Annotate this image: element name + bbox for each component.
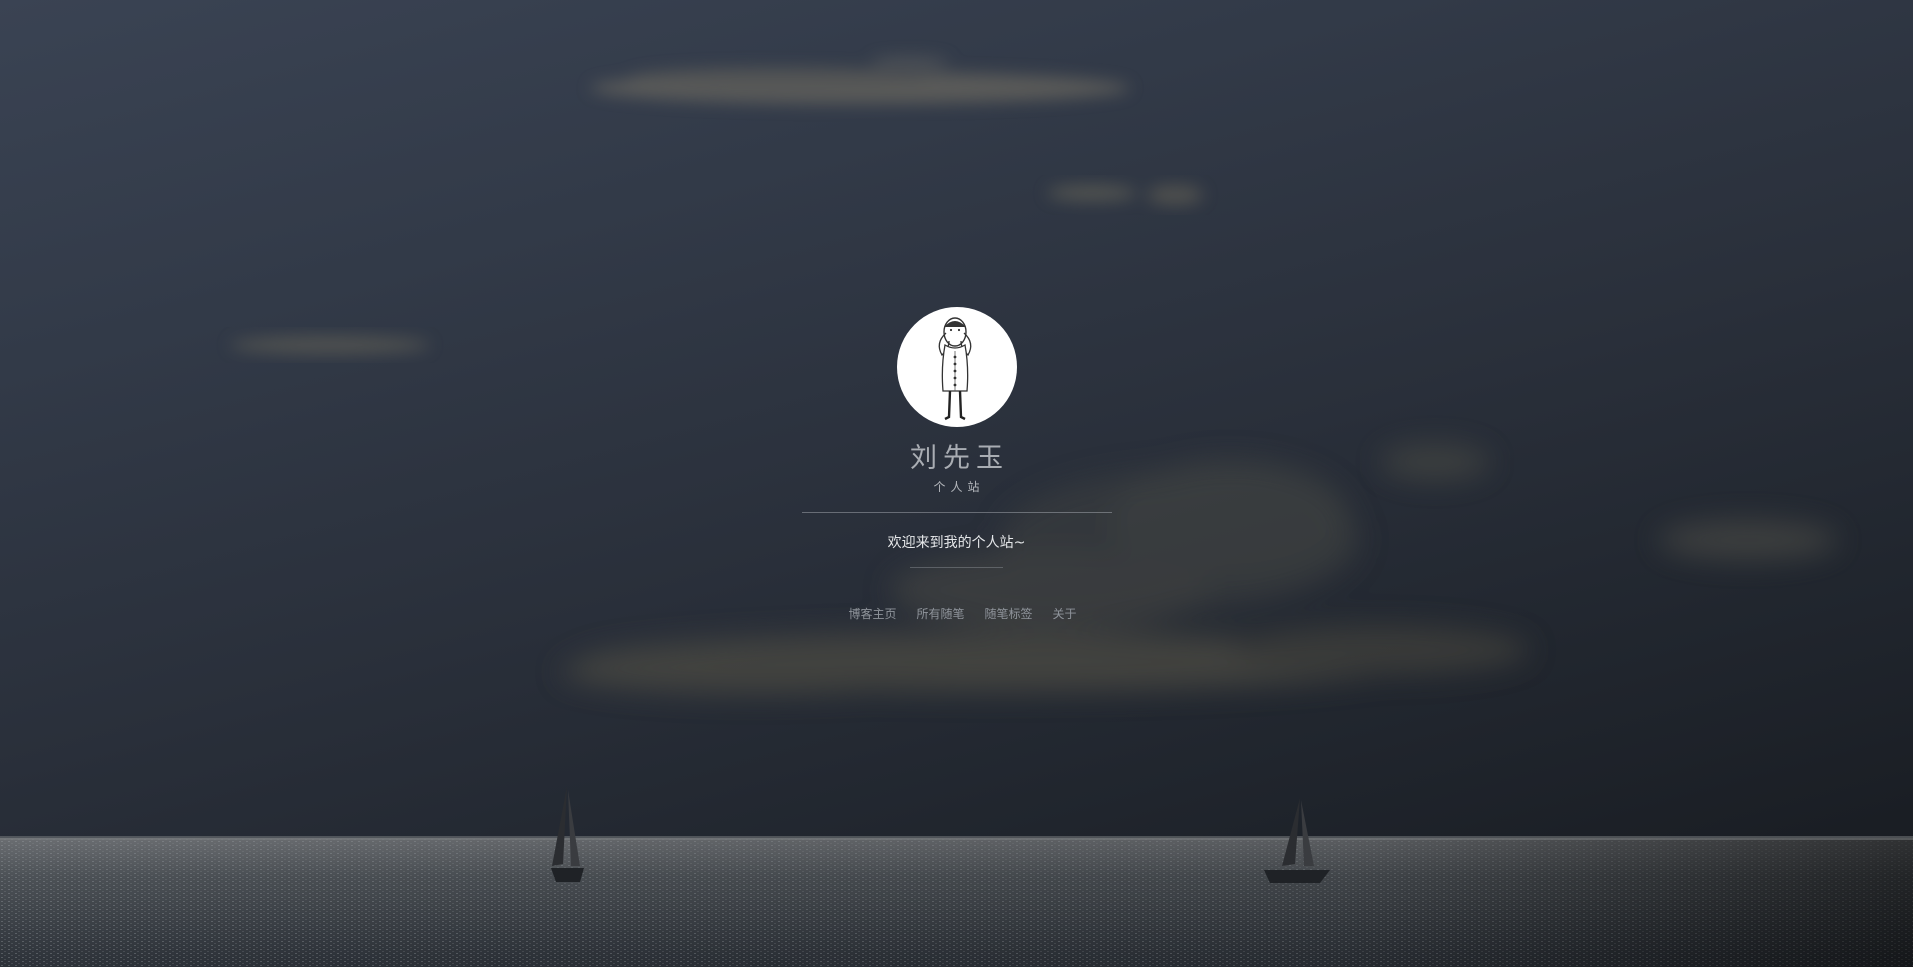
main-nav: 博客主页 所有随笔 随笔标签 关于 [0, 606, 1913, 622]
divider [801, 512, 1112, 513]
profile-card: 刘先玉 个人站 欢迎来到我的个人站~ 博客主页 所有随笔 随笔标签 关于 [0, 307, 1913, 622]
divider-short [910, 567, 1003, 568]
nav-about-link[interactable]: 关于 [1053, 606, 1077, 622]
welcome-message: 欢迎来到我的个人站~ [887, 535, 1026, 551]
cloud-small-right [1047, 185, 1203, 205]
nav-post-tags-link[interactable]: 随笔标签 [985, 606, 1033, 622]
page-background: 刘先玉 个人站 欢迎来到我的个人站~ 博客主页 所有随笔 随笔标签 关于 [0, 0, 1913, 967]
nav-blog-home-link[interactable]: 博客主页 [848, 606, 896, 622]
cartoon-person-icon [938, 317, 971, 421]
avatar[interactable] [896, 307, 1017, 427]
site-title: 刘先玉 [910, 443, 1009, 474]
cloud-upper [590, 57, 1130, 104]
nav-all-posts-link[interactable]: 所有随笔 [916, 606, 964, 622]
site-subtitle: 个人站 [933, 480, 985, 494]
